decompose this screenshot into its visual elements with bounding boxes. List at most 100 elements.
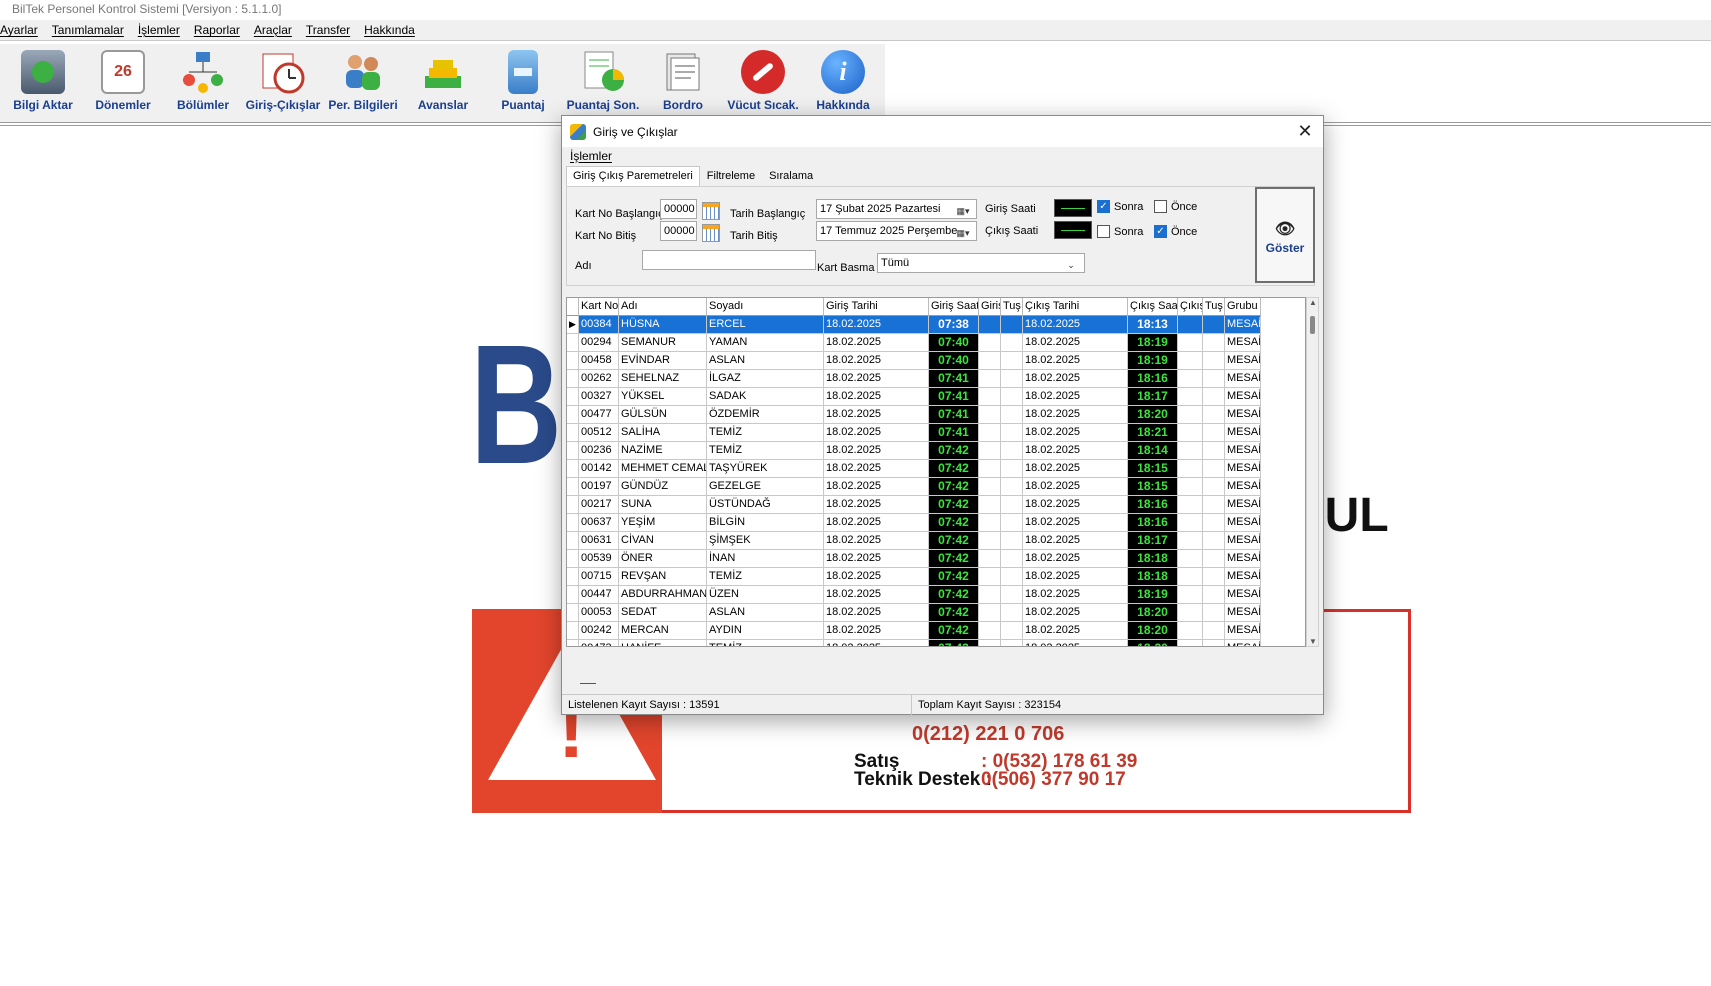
table-row[interactable]: 00294 SEMANUR YAMAN 18.02.2025 07:40 18.02.20… [567,334,1305,352]
table-row[interactable]: 00447 ABDURRAHMAN ÜZEN 18.02.2025 07:42 18.02… [567,586,1305,604]
exit-before-checkbox[interactable]: ✓ Önce [1154,225,1197,238]
table-row[interactable]: 00458 EVİNDAR ASLAN 18.02.2025 07:40 18.02.20… [567,352,1305,370]
table-cell: 18:20 [1128,640,1178,646]
row-indicator[interactable] [567,586,579,604]
toolbar-avanslar-button[interactable]: Avanslar [403,46,483,118]
menu-ayarlar[interactable]: Ayarlar [0,23,45,37]
table-row[interactable]: 00262 SEHELNAZ İLGAZ 18.02.2025 07:41 18.02.2… [567,370,1305,388]
tab-parameters[interactable]: Giriş Çıkış Paremetreleri [566,166,700,186]
column-header[interactable]: Tuş [1001,298,1023,316]
row-indicator[interactable] [567,568,579,586]
toolbar-per-bilgileri-button[interactable]: Per. Bilgileri [323,46,403,118]
row-indicator[interactable]: ▶ [567,316,579,334]
row-indicator[interactable] [567,298,579,316]
row-indicator[interactable] [567,478,579,496]
row-indicator[interactable] [567,370,579,388]
table-row[interactable]: 00631 CİVAN ŞİMŞEK 18.02.2025 07:42 18.02.202… [567,532,1305,550]
table-row[interactable]: 00473HANİFETEMİZ18.02.202507:4218.02.202… [567,640,1305,646]
card-start-input[interactable]: 00000 [660,199,697,219]
name-input[interactable] [642,250,816,270]
row-indicator[interactable] [567,388,579,406]
menu-hakkinda[interactable]: Hakkında [357,23,422,37]
table-row[interactable]: 00539 ÖNER İNAN 18.02.2025 07:42 18.02.2025 18… [567,550,1305,568]
toolbar-bordro-button[interactable]: Bordro [643,46,723,118]
toolbar-puantaj-son-button[interactable]: Puantaj Son. [563,46,643,118]
column-header[interactable]: Kart No [579,298,619,316]
row-indicator[interactable] [567,514,579,532]
table-row[interactable]: 00236 NAZİME TEMİZ 18.02.2025 07:42 18.02.202… [567,442,1305,460]
records-table[interactable]: Kart No Adı Soyadı Giriş Tarihi Giriş Saati G… [566,297,1306,647]
exit-time-input[interactable] [1054,221,1092,239]
row-indicator[interactable] [567,532,579,550]
toolbar-hakkinda-button[interactable]: i Hakkında [803,46,883,118]
column-header[interactable]: Soyadı [707,298,824,316]
toolbar-bolumler-button[interactable]: Bölümler [163,46,243,118]
table-row[interactable]: 00142 MEHMET CEMAL TAŞYÜREK 18.02.2025 07:42… [567,460,1305,478]
row-indicator[interactable] [567,604,579,622]
toolbar-puantaj-button[interactable]: Puantaj [483,46,563,118]
row-indicator[interactable] [567,442,579,460]
scroll-thumb[interactable] [1310,316,1315,334]
chevron-down-icon[interactable]: ⌄ [1060,256,1082,270]
column-header[interactable]: Adı [619,298,707,316]
dialog-menu-islemler[interactable]: İşlemler [570,149,612,163]
scroll-up-icon[interactable]: ▲ [1309,298,1317,307]
tab-filter[interactable]: Filtreleme [700,166,762,186]
toolbar-bilgi-aktar-button[interactable]: Bilgi Aktar [3,46,83,118]
row-indicator[interactable] [567,622,579,640]
entry-time-input[interactable] [1054,199,1092,217]
table-row[interactable]: ▶ 00384 HÜSNA ERCEL 18.02.2025 07:38 18.02.202… [567,316,1305,334]
row-indicator[interactable] [567,640,579,646]
tab-sort[interactable]: Sıralama [762,166,820,186]
column-header[interactable]: Giriş [979,298,1001,316]
row-indicator[interactable] [567,406,579,424]
horizontal-scroll-indicator[interactable] [580,683,596,684]
date-start-picker[interactable]: 17 Şubat 2025 Pazartesi ▦▾ [816,199,977,219]
table-row[interactable]: 00327 YÜKSEL SADAK 18.02.2025 07:41 18.02.202… [567,388,1305,406]
row-indicator[interactable] [567,424,579,442]
table-row[interactable]: 00637 YEŞİM BİLGİN 18.02.2025 07:42 18.02.202… [567,514,1305,532]
column-header[interactable]: Giriş Saati [929,298,979,316]
date-end-picker[interactable]: 17 Temmuz 2025 Perşembe ▦▾ [816,221,977,241]
table-row[interactable]: 00217 SUNA ÜSTÜNDAĞ 18.02.2025 07:42 18.02.20… [567,496,1305,514]
chevron-down-icon[interactable]: ▦▾ [952,202,974,216]
menu-araclar[interactable]: Araçlar [247,23,299,37]
chevron-down-icon[interactable]: ▦▾ [952,224,974,238]
menu-raporlar[interactable]: Raporlar [187,23,247,37]
column-header[interactable]: Tuş [1203,298,1225,316]
column-header[interactable]: Çıkış Saati [1128,298,1178,316]
close-icon[interactable]: ✕ [1293,120,1317,142]
toolbar-giris-cikislar-button[interactable]: Giriş-Çıkışlar [243,46,323,118]
row-indicator[interactable] [567,496,579,514]
toolbar-donemler-button[interactable]: 26 Dönemler [83,46,163,118]
table-row[interactable]: 00053 SEDAT ASLAN 18.02.2025 07:42 18.02.2025… [567,604,1305,622]
column-header[interactable]: Grubu [1225,298,1261,316]
card-end-input[interactable]: 00000 [660,221,697,241]
row-indicator[interactable] [567,550,579,568]
menu-islemler[interactable]: İşlemler [131,23,187,37]
row-indicator[interactable] [567,334,579,352]
toolbar-vucut-sicak-button[interactable]: Vücut Sıcak. [723,46,803,118]
card-print-select[interactable]: Tümü ⌄ [877,253,1085,273]
table-row[interactable]: 00512 SALİHA TEMİZ 18.02.2025 07:41 18.02.202… [567,424,1305,442]
entry-before-checkbox[interactable]: Önce [1154,200,1197,213]
column-header[interactable]: Çıkış [1178,298,1203,316]
row-indicator[interactable] [567,352,579,370]
table-row[interactable]: 00715 REVŞAN TEMİZ 18.02.2025 07:42 18.02.202… [567,568,1305,586]
show-button[interactable]: 👁 Göster [1255,187,1315,283]
table-row[interactable]: 00242 MERCAN AYDIN 18.02.2025 07:42 18.02.202… [567,622,1305,640]
menu-tanimlamalar[interactable]: Tanımlamalar [45,23,131,37]
column-header[interactable]: Giriş Tarihi [824,298,929,316]
table-cell: 00327 [579,388,619,406]
column-header[interactable]: Çıkış Tarihi [1023,298,1128,316]
scroll-down-icon[interactable]: ▼ [1309,637,1317,646]
calendar-icon[interactable] [702,224,720,242]
calendar-icon[interactable] [702,202,720,220]
vertical-scrollbar[interactable]: ▲ ▼ [1306,297,1319,647]
entry-after-checkbox[interactable]: ✓ Sonra [1097,200,1143,213]
table-row[interactable]: 00477 GÜLSÜN ÖZDEMİR 18.02.2025 07:41 18.02.2… [567,406,1305,424]
menu-transfer[interactable]: Transfer [299,23,357,37]
exit-after-checkbox[interactable]: Sonra [1097,225,1143,238]
row-indicator[interactable] [567,460,579,478]
table-row[interactable]: 00197 GÜNDÜZ GEZELGE 18.02.2025 07:42 18.02.2… [567,478,1305,496]
